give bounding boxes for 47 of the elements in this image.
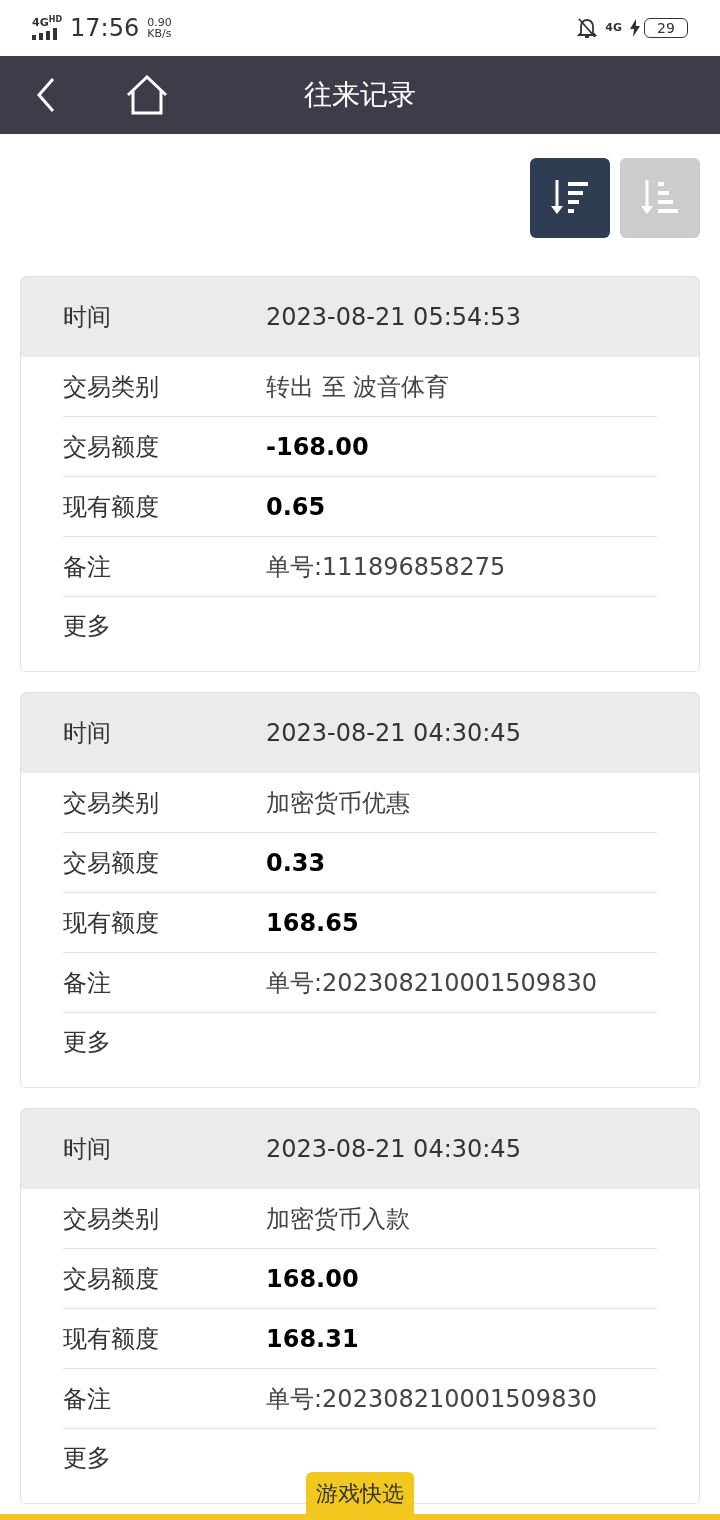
field-value: 单号:202308210001509830 bbox=[266, 1383, 597, 1415]
time-value: 2023-08-21 04:30:45 bbox=[266, 718, 521, 749]
speed-unit: KB/s bbox=[147, 28, 172, 39]
home-icon bbox=[126, 75, 168, 115]
network-label: 4G$^{HD}$ bbox=[32, 16, 63, 28]
field-value: 单号:202308210001509830 bbox=[266, 967, 597, 999]
field-value: 加密货币入款 bbox=[266, 1203, 410, 1235]
field-label: 交易额度 bbox=[63, 431, 160, 463]
muted-bell-icon bbox=[577, 17, 598, 39]
network-label: 4G bbox=[605, 19, 622, 36]
field-value: 168.65 bbox=[266, 907, 359, 939]
charging-icon bbox=[630, 19, 640, 37]
field-label: 备注 bbox=[63, 1383, 112, 1415]
home-button[interactable] bbox=[126, 74, 168, 116]
field-value: -168.00 bbox=[266, 431, 369, 463]
field-label: 现有额度 bbox=[63, 907, 160, 939]
quick-pick-tab[interactable]: 游戏快选 bbox=[306, 1472, 414, 1514]
sort-button[interactable] bbox=[530, 158, 610, 238]
more-link[interactable]: 更多 bbox=[63, 608, 111, 644]
time-value: 2023-08-21 04:30:45 bbox=[266, 1134, 521, 1165]
field-value: 0.33 bbox=[266, 847, 326, 879]
field-label: 交易类别 bbox=[63, 787, 160, 819]
field-label: 交易额度 bbox=[63, 1263, 160, 1295]
time-label: 时间 bbox=[63, 302, 112, 333]
field-value: 168.31 bbox=[266, 1323, 359, 1355]
back-icon bbox=[36, 77, 56, 113]
field-label: 备注 bbox=[63, 551, 112, 583]
field-value: 0.65 bbox=[266, 491, 326, 523]
clock: 17:56 bbox=[70, 13, 140, 44]
field-label: 交易额度 bbox=[63, 847, 160, 879]
more-link[interactable]: 更多 bbox=[63, 1024, 111, 1060]
speed-value: 0.90 bbox=[147, 17, 172, 28]
time-value: 2023-08-21 05:54:53 bbox=[266, 302, 521, 333]
field-value: 转出 至 波音体育 bbox=[266, 371, 450, 403]
field-label: 备注 bbox=[63, 967, 112, 999]
field-value: 单号:111896858275 bbox=[266, 551, 506, 583]
time-label: 时间 bbox=[63, 1134, 112, 1165]
more-link[interactable]: 更多 bbox=[63, 1440, 111, 1476]
field-label: 交易类别 bbox=[63, 371, 160, 403]
field-label: 交易类别 bbox=[63, 1203, 160, 1235]
field-label: 现有额度 bbox=[63, 1323, 160, 1355]
battery-indicator: 29 bbox=[644, 18, 688, 38]
field-label: 现有额度 bbox=[63, 491, 160, 523]
time-label: 时间 bbox=[63, 718, 112, 749]
field-value: 加密货币优惠 bbox=[266, 787, 410, 819]
field-value: 168.00 bbox=[266, 1263, 359, 1295]
page-title: 往来记录 bbox=[304, 77, 416, 113]
